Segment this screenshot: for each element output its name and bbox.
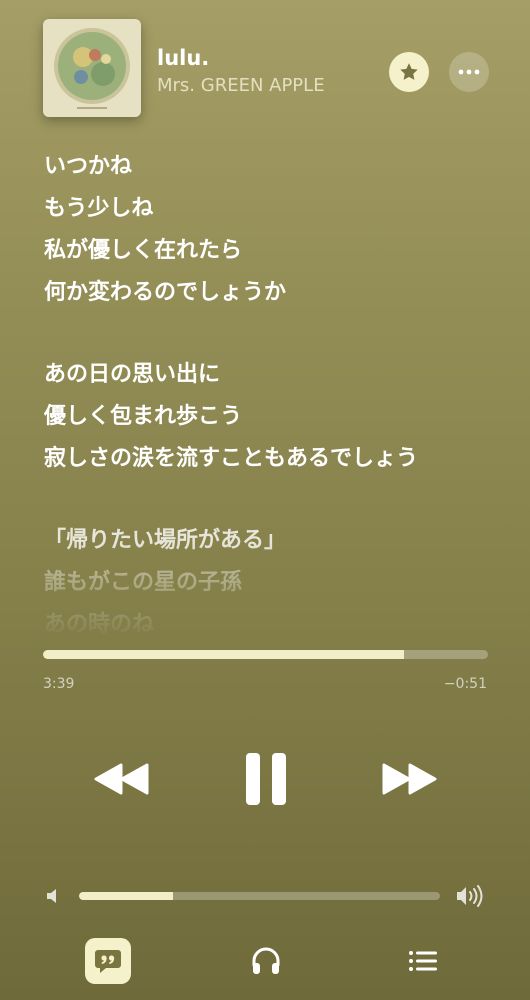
speaker-low-icon: [45, 887, 61, 905]
lyric-verse: 「帰りたい場所がある」 誰もがこの星の子孫 あの時のね: [44, 520, 514, 641]
elapsed-time: 3:39: [43, 676, 75, 692]
more-options-button[interactable]: [449, 52, 489, 92]
lyric-line[interactable]: 優しく包まれ歩こう: [44, 396, 514, 438]
queue-list-icon: [409, 951, 437, 971]
airplay-tab-button[interactable]: [243, 938, 289, 984]
remaining-time: −0:51: [443, 676, 487, 692]
lyric-line[interactable]: 「帰りたい場所がある」: [44, 520, 514, 562]
lyric-verse: あの日の思い出に 優しく包まれ歩こう 寂しさの涙を流すこともあるでしょう: [44, 354, 514, 480]
album-art[interactable]: [43, 19, 141, 117]
track-artist[interactable]: Mrs. GREEN APPLE: [157, 75, 325, 96]
lyric-verse: いつかね もう少しね 私が優しく在れたら 何か変わるのでしょうか: [44, 146, 514, 314]
rewind-icon: [94, 763, 149, 795]
queue-tab-button[interactable]: [400, 938, 446, 984]
lyrics-panel[interactable]: いつかね もう少しね 私が優しく在れたら 何か変わるのでしょうか あの日の思い出…: [44, 146, 514, 641]
lyric-line[interactable]: いつかね: [44, 146, 514, 188]
lyric-line[interactable]: もう少しね: [44, 188, 514, 230]
lyric-line[interactable]: あの日の思い出に: [44, 354, 514, 396]
playback-progress-fill: [43, 650, 404, 659]
track-title: lulu.: [157, 46, 210, 70]
lyric-line[interactable]: あの時のね: [44, 604, 514, 641]
rewind-button[interactable]: [92, 758, 152, 800]
lyric-line[interactable]: 何か変わるのでしょうか: [44, 272, 514, 314]
fast-forward-icon: [382, 763, 437, 795]
lyric-line[interactable]: 誰もがこの星の子孫: [44, 562, 514, 604]
lyric-line[interactable]: 寂しさの涙を流すこともあるでしょう: [44, 438, 514, 480]
pause-button[interactable]: [238, 748, 294, 810]
playback-scrubber[interactable]: [43, 650, 488, 659]
lyrics-tab-button[interactable]: [85, 938, 131, 984]
favorite-button[interactable]: [389, 52, 429, 92]
airplay-headphones-icon: [252, 947, 280, 974]
lyric-line[interactable]: 私が優しく在れたら: [44, 230, 514, 272]
pause-icon: [246, 753, 286, 805]
ellipsis-icon: [458, 69, 480, 75]
volume-slider[interactable]: [79, 892, 440, 900]
fast-forward-button[interactable]: [379, 758, 439, 800]
lyrics-quote-icon: [95, 950, 121, 973]
now-playing-header: lulu. Mrs. GREEN APPLE: [0, 0, 530, 130]
star-icon: [400, 63, 418, 80]
speaker-high-icon: [455, 883, 485, 909]
volume-level-fill: [79, 892, 173, 900]
